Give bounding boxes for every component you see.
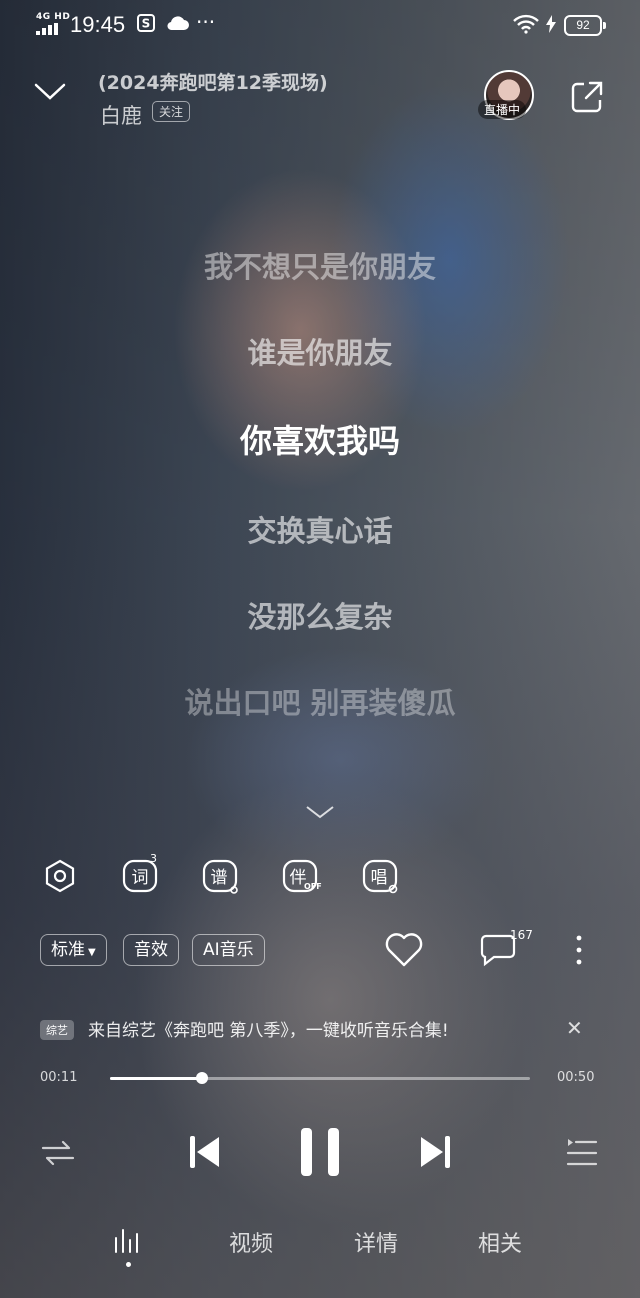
collapse-chevron-icon[interactable] (34, 82, 66, 106)
progress-slider[interactable] (110, 1072, 530, 1084)
active-tab-indicator (126, 1262, 131, 1267)
lyric-line: 交换真心话 (247, 514, 393, 548)
total-time: 00:50 (557, 1070, 595, 1085)
background-overlay (0, 0, 640, 1298)
sound-effect-button[interactable]: 音效 (123, 934, 179, 966)
song-title: (2024奔跑吧第12季现场) (98, 72, 328, 94)
lyrics-tool-icon[interactable]: 词 3 (122, 852, 158, 894)
comment-count: 167 (510, 928, 533, 942)
shuffle-icon[interactable] (40, 1138, 76, 1172)
pause-icon[interactable] (298, 1126, 342, 1182)
more-options-icon[interactable] (572, 934, 586, 970)
charging-icon (545, 14, 557, 38)
sing-tool-icon[interactable]: 唱 (362, 858, 398, 894)
playlist-icon[interactable] (566, 1138, 598, 1172)
tab-audio-bars-icon[interactable] (113, 1226, 143, 1258)
like-heart-icon[interactable] (384, 932, 424, 972)
score-tool-icon[interactable]: 谱 (202, 858, 238, 894)
accompaniment-tool-icon[interactable]: 伴 OFF (282, 858, 322, 894)
signal-icon (36, 23, 62, 35)
tab-video[interactable]: 视频 (229, 1226, 273, 1258)
battery-indicator: 92 (564, 15, 606, 36)
artist-name[interactable]: 白鹿 (100, 100, 142, 130)
next-track-icon[interactable] (418, 1134, 452, 1174)
cloud-icon (166, 14, 190, 37)
more-notifications-icon: ··· (196, 10, 216, 34)
follow-button[interactable]: 关注 (152, 101, 191, 122)
tab-details[interactable]: 详情 (354, 1226, 398, 1258)
previous-track-icon[interactable] (188, 1134, 222, 1174)
player-screen: 4G HD 19:45 S ··· 92 (2024奔跑吧第12季现场) 白鹿 … (0, 0, 640, 1298)
quality-select[interactable]: 标准 ▼ (40, 934, 107, 966)
tab-related[interactable]: 相关 (478, 1226, 522, 1258)
lyric-line: 谁是你朋友 (247, 336, 393, 370)
svg-text:词: 词 (132, 868, 149, 888)
notification-s-icon: S (137, 14, 155, 37)
accompaniment-off-badge: OFF (304, 882, 322, 891)
quality-label: 标准 (51, 940, 85, 960)
network-type: 4G HD (36, 12, 71, 22)
wifi-icon (512, 14, 540, 38)
ai-music-button[interactable]: AI音乐 (192, 934, 265, 966)
status-bar: 4G HD 19:45 S ··· 92 (0, 0, 640, 50)
dropdown-arrow-icon: ▼ (88, 947, 96, 958)
live-badge: 直播中 (478, 100, 527, 119)
lyric-line: 没那么复杂 (247, 600, 393, 634)
promo-banner-text[interactable]: 来自综艺《奔跑吧 第八季》，一键收听音乐合集! (88, 1016, 449, 1041)
svg-text:谱: 谱 (211, 868, 228, 888)
current-time: 00:11 (40, 1070, 78, 1085)
svg-text:唱: 唱 (371, 868, 388, 888)
lyric-line: 我不想只是你朋友 (203, 250, 436, 284)
lyric-line: 说出口吧 别再装傻瓜 (184, 686, 456, 720)
lyrics-tool-badge: 3 (150, 852, 157, 865)
sound-effect-icon[interactable] (42, 858, 78, 894)
current-lyric-line: 你喜欢我吗 (239, 422, 400, 460)
expand-chevron-icon[interactable] (304, 804, 336, 824)
close-banner-icon[interactable]: ✕ (566, 1016, 583, 1040)
clock: 19:45 (70, 12, 126, 37)
progress-fill (110, 1077, 203, 1080)
share-icon[interactable] (570, 80, 604, 118)
variety-badge: 综艺 (40, 1020, 74, 1040)
svg-text:S: S (142, 17, 151, 31)
